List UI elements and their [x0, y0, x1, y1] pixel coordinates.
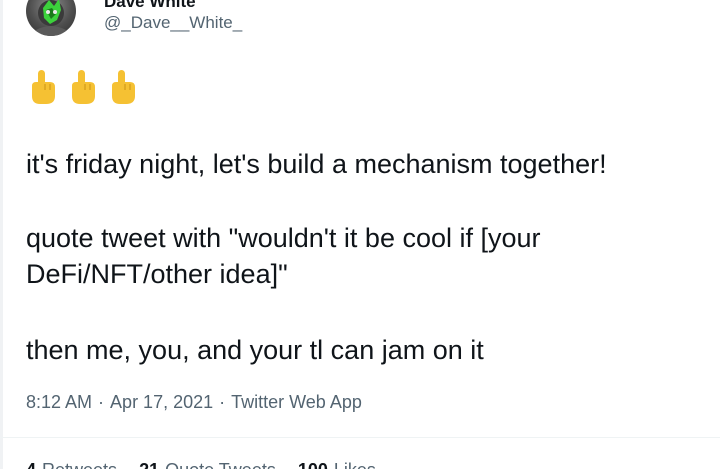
tweet-card: Dave White @_Dave__White_ it's friday ni… [0, 0, 720, 469]
tweet-date[interactable]: Apr 17, 2021 [110, 391, 213, 413]
author-display-name[interactable]: Dave White [104, 0, 242, 12]
author-names: Dave White @_Dave__White_ [104, 0, 242, 34]
avatar-image [36, 0, 66, 36]
tweet-source[interactable]: Twitter Web App [231, 391, 362, 413]
tweet-time[interactable]: 8:12 AM [26, 391, 92, 413]
divider [0, 437, 720, 438]
pointing-finger-icon [72, 70, 95, 104]
tweet-line: it's friday night, let's build a mechani… [26, 149, 607, 179]
meta-separator: · [219, 392, 226, 412]
tweet-line: DeFi/NFT/other idea]" [26, 259, 288, 289]
likes-count: 100 [298, 460, 328, 469]
retweets-count: 4 [26, 460, 36, 469]
card-border [0, 0, 3, 469]
tweet-stats: 4 Retweets 21 Quote Tweets 100 Likes [26, 459, 376, 469]
retweets-label: Retweets [42, 460, 117, 469]
pointing-finger-icon [32, 70, 55, 104]
tweet-header: Dave White @_Dave__White_ [26, 0, 242, 36]
likes-label: Likes [334, 460, 376, 469]
pointing-finger-icon [112, 70, 135, 104]
likes-stat[interactable]: 100 Likes [298, 459, 376, 469]
quotes-label: Quote Tweets [165, 460, 276, 469]
quotes-stat[interactable]: 21 Quote Tweets [139, 459, 276, 469]
avatar[interactable] [26, 0, 76, 36]
quotes-count: 21 [139, 460, 159, 469]
retweets-stat[interactable]: 4 Retweets [26, 459, 117, 469]
emoji-row [28, 68, 138, 106]
author-handle[interactable]: @_Dave__White_ [104, 12, 242, 34]
tweet-meta: 8:12 AM · Apr 17, 2021 · Twitter Web App [26, 391, 362, 413]
tweet-line: then me, you, and your tl can jam on it [26, 335, 484, 365]
tweet-line: quote tweet with "wouldn't it be cool if… [26, 223, 541, 253]
meta-separator: · [98, 392, 105, 412]
tweet-text: it's friday night, let's build a mechani… [26, 146, 716, 368]
